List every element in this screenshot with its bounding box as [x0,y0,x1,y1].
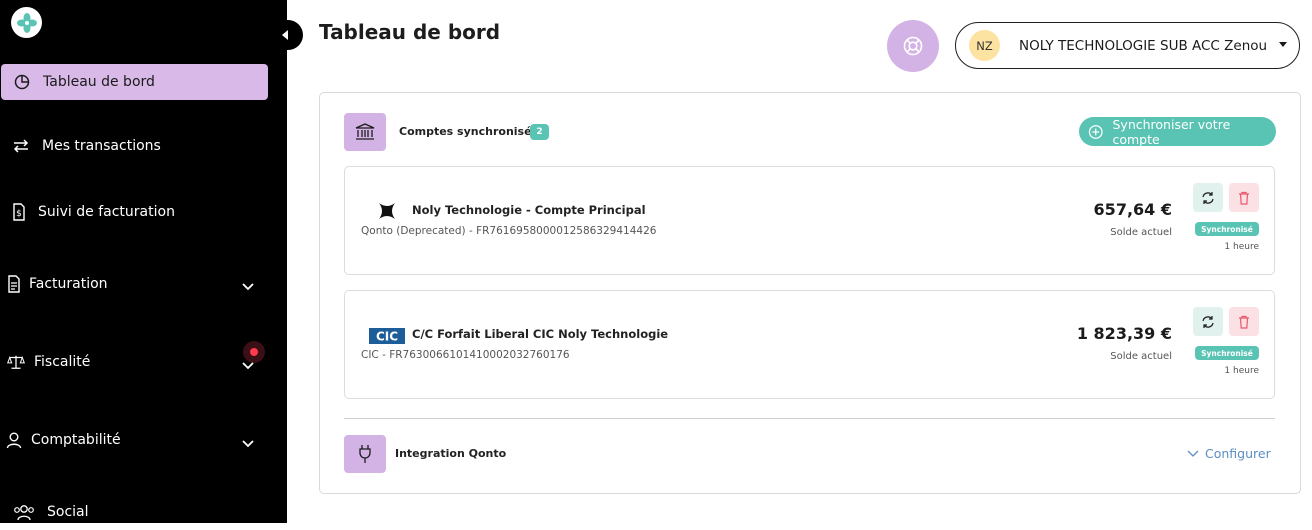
help-button[interactable] [887,20,939,72]
invoice-dollar-icon: $ [10,203,28,221]
sync-time: 1 heure [1224,366,1259,376]
app-logo[interactable] [11,7,42,38]
qonto-logo-icon [369,201,405,221]
account-name: NOLY TECHNOLOGIE SUB ACC Zenou [1019,37,1268,54]
plug-icon [344,435,386,473]
sidebar-item-label: Suivi de facturation [38,204,175,220]
delete-button[interactable] [1229,183,1259,212]
account-selector[interactable]: NZ NOLY TECHNOLOGIE SUB ACC Zenou [955,22,1300,69]
page-title: Tableau de bord [319,20,501,44]
plus-circle-icon [1088,124,1103,139]
svg-text:$: $ [16,209,22,219]
delete-button[interactable] [1229,307,1259,336]
refresh-button[interactable] [1193,183,1223,212]
triangle-left-icon [282,30,288,40]
document-icon [5,275,23,293]
account-iban: Qonto (Deprecated) - FR76169580000125863… [361,225,657,237]
caret-down-icon [1279,42,1287,47]
sidebar-item-label: Facturation [29,276,108,292]
sidebar-item-suivi-de-facturation[interactable]: $ Suivi de facturation [0,194,267,230]
sidebar-item-label: Tableau de bord [43,74,155,90]
account-balance: 1 823,39 € [1076,324,1172,343]
section-title-synced: Comptes synchronisés [399,125,539,138]
sidebar-item-facturation[interactable]: Facturation [0,266,267,302]
integration-title: Integration Qonto [395,447,507,460]
lifebuoy-icon [903,36,923,56]
cic-logo-icon: CIC [369,326,405,346]
status-badge: Synchronisé [1195,222,1259,236]
divider [344,418,1275,419]
account-name: C/C Forfait Liberal CIC Noly Technologie [412,327,669,341]
pie-chart-icon [13,73,31,91]
user-icon [5,431,23,449]
users-icon [13,503,35,521]
chevron-down-icon [242,283,254,291]
trash-icon [1239,191,1249,205]
balance-label: Solde actuel [1110,227,1172,238]
configure-label: Configurer [1205,446,1271,461]
refresh-icon [1202,315,1214,328]
sync-time: 1 heure [1224,242,1259,252]
status-badge: Synchronisé [1195,346,1259,360]
refresh-icon [1202,191,1214,204]
sidebar-item-mes-transactions[interactable]: Mes transactions [0,128,267,164]
avatar: NZ [969,30,1000,61]
arrows-exchange-icon [12,137,30,155]
refresh-button[interactable] [1193,307,1223,336]
bank-icon [344,113,386,151]
account-card: Noly Technologie - Compte Principal Qont… [344,166,1275,275]
sync-account-button-label: Synchroniser votre compte [1112,116,1231,147]
sidebar-item-social[interactable]: Social [0,494,267,530]
sidebar-item-tableau-de-bord[interactable]: Tableau de bord [1,64,268,100]
account-card: CIC C/C Forfait Liberal CIC Noly Technol… [344,290,1275,399]
svg-text:CIC: CIC [376,330,398,344]
clover-logo-icon [16,12,37,33]
scale-icon [7,353,25,371]
sidebar: Tableau de bord Mes transactions $ Suivi… [0,0,287,523]
sidebar-item-label: Mes transactions [42,138,161,154]
configure-link[interactable]: Configurer [1187,446,1271,461]
sidebar-collapse-button[interactable] [270,20,303,50]
chevron-down-icon [242,362,254,370]
sidebar-item-fiscalite[interactable]: Fiscalité [0,344,267,380]
account-iban: CIC - FR7630066101410002032760176 [361,349,570,361]
sidebar-item-comptabilite[interactable]: Comptabilité [0,422,267,458]
count-badge: 2 [530,124,549,140]
sidebar-item-label: Social [47,504,89,520]
sidebar-item-label: Fiscalité [34,354,91,370]
chevron-down-icon [242,440,254,448]
sidebar-item-label: Comptabilité [31,432,121,448]
balance-label: Solde actuel [1110,351,1172,362]
sync-account-button[interactable]: Synchroniser votre compte [1079,116,1276,147]
chevron-down-icon [1187,450,1199,457]
account-name: Noly Technologie - Compte Principal [412,203,646,217]
trash-icon [1239,315,1249,329]
account-balance: 657,64 € [1093,200,1172,219]
